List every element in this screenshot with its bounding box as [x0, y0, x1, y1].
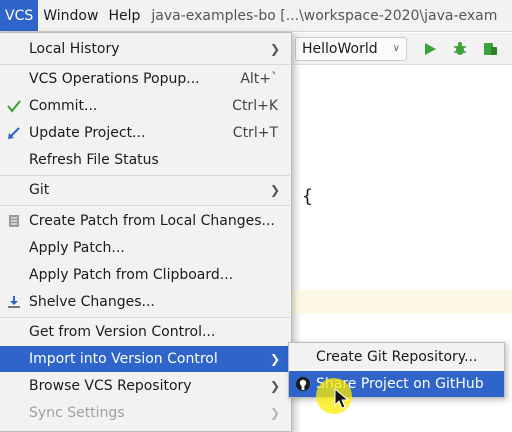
update-arrow-icon — [8, 127, 20, 139]
menu-item-commit[interactable]: Commit... Ctrl+K — [0, 93, 290, 119]
chevron-down-icon: ∨ — [392, 43, 400, 54]
menu-separator — [0, 317, 290, 318]
menu-item-apply-patch[interactable]: Apply Patch... — [0, 235, 290, 261]
menu-item-refresh-file-status[interactable]: Refresh File Status — [0, 147, 290, 173]
coverage-icon[interactable] — [482, 41, 498, 57]
menu-item-get-from-vcs[interactable]: Get from Version Control... — [0, 319, 290, 345]
menu-item-label: Sync Settings — [29, 405, 125, 421]
menu-item-sync-settings: Sync Settings ❯ — [0, 400, 290, 426]
menu-separator — [0, 205, 290, 206]
menu-item-label: Create Patch from Local Changes... — [29, 213, 275, 229]
menu-item-label: VCS Operations Popup... — [29, 71, 200, 87]
menu-item-label: Browse VCS Repository — [29, 378, 192, 394]
caret-line-highlight — [290, 290, 512, 314]
chevron-right-icon: ❯ — [269, 42, 280, 56]
debug-icon[interactable] — [452, 41, 468, 57]
mouse-pointer-icon — [334, 388, 350, 409]
menu-vcs[interactable]: VCS — [0, 0, 39, 31]
menu-item-label: Apply Patch... — [29, 240, 125, 256]
github-icon — [296, 377, 310, 391]
menu-item-label: Commit... — [29, 98, 98, 114]
menu-separator — [0, 175, 290, 176]
code-brace: { — [302, 186, 313, 207]
menu-item-label: Git — [29, 182, 50, 198]
menu-item-shortcut: Ctrl+K — [232, 98, 278, 114]
shelve-icon — [8, 296, 20, 308]
menu-item-vcs-operations-popup[interactable]: VCS Operations Popup... Alt+` — [0, 66, 290, 92]
window-title: java-examples-bo [...\workspace-2020\jav… — [151, 7, 498, 24]
menu-window[interactable]: Window — [38, 0, 103, 31]
submenu-item-create-git-repository[interactable]: Create Git Repository... — [289, 344, 504, 370]
menu-item-label: Update Project... — [29, 125, 146, 141]
chevron-right-icon: ❯ — [269, 183, 280, 197]
menu-item-shortcut: Alt+` — [240, 71, 278, 87]
menu-item-import-into-vcs[interactable]: Import into Version Control ❯ — [0, 346, 290, 372]
run-icon[interactable] — [422, 41, 438, 57]
vcs-menu: Local History ❯ VCS Operations Popup... … — [0, 32, 292, 432]
menu-item-label: Shelve Changes... — [29, 294, 155, 310]
chevron-right-icon: ❯ — [269, 352, 280, 366]
menu-item-label: Get from Version Control... — [29, 324, 216, 340]
menu-item-label: Apply Patch from Clipboard... — [29, 267, 234, 283]
menu-bar: VCS Window Help java-examples-bo [...\wo… — [0, 0, 512, 32]
menu-item-browse-vcs-repository[interactable]: Browse VCS Repository ❯ — [0, 373, 290, 399]
menu-item-label: Refresh File Status — [29, 152, 159, 168]
menu-item-create-patch[interactable]: Create Patch from Local Changes... — [0, 208, 290, 234]
patch-icon — [9, 215, 19, 227]
menu-item-label: Import into Version Control — [29, 351, 218, 367]
menu-item-shortcut: Ctrl+T — [232, 125, 278, 141]
menu-help[interactable]: Help — [103, 0, 145, 31]
menu-item-label: Local History — [29, 41, 120, 57]
chevron-right-icon: ❯ — [269, 379, 280, 393]
menu-item-shelve-changes[interactable]: Shelve Changes... — [0, 289, 290, 315]
run-config-label: HelloWorld — [302, 41, 378, 57]
menu-item-update-project[interactable]: Update Project... Ctrl+T — [0, 120, 290, 146]
chevron-right-icon: ❯ — [269, 406, 280, 420]
submenu-item-label: Create Git Repository... — [316, 349, 478, 365]
menu-item-git[interactable]: Git ❯ — [0, 177, 290, 203]
menu-item-apply-patch-clipboard[interactable]: Apply Patch from Clipboard... — [0, 262, 290, 288]
menu-item-local-history[interactable]: Local History ❯ — [0, 36, 290, 62]
check-icon — [7, 100, 21, 113]
menu-separator — [0, 64, 290, 65]
run-config-dropdown[interactable]: HelloWorld ∨ — [295, 37, 407, 61]
